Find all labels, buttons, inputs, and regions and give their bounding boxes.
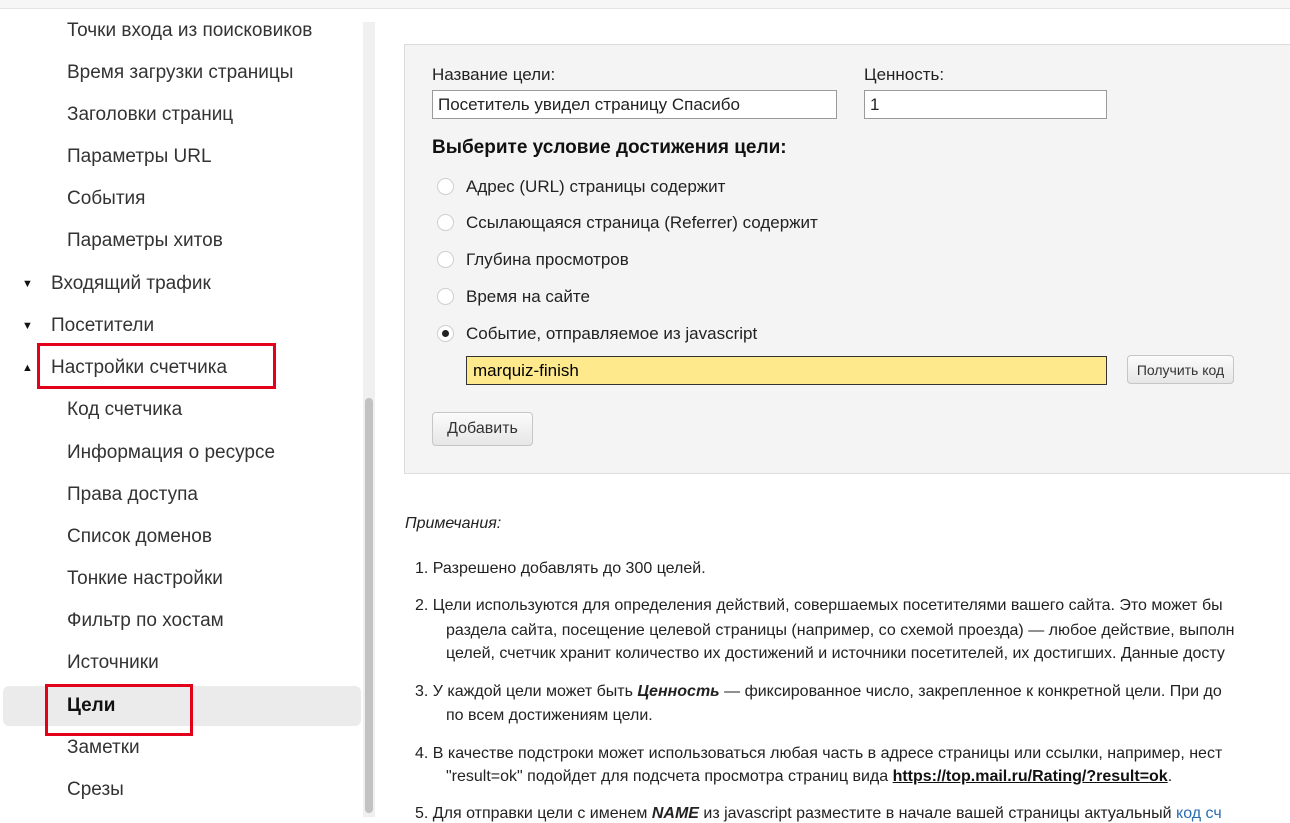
example-url-link[interactable]: https://top.mail.ru/Rating/?result=ok — [893, 768, 1168, 785]
sidebar-item-label: Информация о ресурсе — [67, 442, 276, 463]
note-text: из javascript разместите в начале вашей … — [698, 805, 1177, 822]
sidebar-item-label: Параметры URL — [67, 146, 212, 167]
note-text: . — [1167, 768, 1173, 785]
add-goal-button[interactable]: Добавить — [432, 412, 533, 446]
note-text: "result=ok" подойдет для подсчета просмо… — [446, 768, 893, 785]
sidebar-item-page-titles[interactable]: Заголовки страниц — [0, 95, 362, 135]
sidebar-group-label: Входящий трафик — [51, 273, 211, 294]
radio-button-selected[interactable] — [437, 325, 454, 342]
triangle-down-icon: ▼ — [22, 278, 33, 290]
radio-button[interactable] — [437, 251, 454, 268]
note-item-4-line-1: 4. В качестве подстроки может использова… — [415, 745, 1223, 762]
note-item-1: 1. Разрешено добавлять до 300 целей. — [415, 560, 706, 577]
sidebar-item-label: Код счетчика — [67, 399, 183, 420]
sidebar-item-host-filter[interactable]: Фильтр по хостам — [0, 601, 362, 641]
note-text: — фиксированное число, закрепленное к ко… — [719, 683, 1222, 700]
triangle-down-icon: ▼ — [22, 320, 33, 332]
highlight-box-goals — [45, 684, 193, 736]
radio-label: Время на сайте — [466, 287, 590, 306]
note-emphasis: NAME — [651, 805, 699, 822]
sidebar-item-label: Время загрузки страницы — [67, 62, 294, 83]
get-code-button[interactable]: Получить код — [1127, 355, 1234, 384]
radio-label: Ссылающаяся страница (Referrer) содержит — [466, 213, 818, 232]
sidebar-item-label: Тонкие настройки — [67, 568, 223, 589]
goal-value-label: Ценность: — [864, 65, 945, 84]
sidebar-item-label: Фильтр по хостам — [67, 610, 224, 631]
sidebar-item-search-entry-points[interactable]: Точки входа из поисковиков — [0, 11, 362, 51]
event-name-input[interactable] — [466, 356, 1107, 385]
note-item-4-line-2: "result=ok" подойдет для подсчета просмо… — [446, 768, 1172, 786]
sidebar-item-access-rights[interactable]: Права доступа — [0, 475, 362, 515]
sidebar-item-resource-info[interactable]: Информация о ресурсе — [0, 433, 362, 473]
triangle-up-icon: ▲ — [22, 362, 33, 374]
sidebar-item-label: Права доступа — [67, 484, 198, 505]
note-item-5-line-1: 5. Для отправки цели с именем NAME из ja… — [415, 805, 1222, 823]
goal-name-input[interactable] — [432, 90, 837, 119]
sidebar-item-domain-list[interactable]: Список доменов — [0, 517, 362, 557]
sidebar-item-hit-params[interactable]: Параметры хитов — [0, 221, 362, 261]
radio-label: Глубина просмотров — [466, 250, 629, 269]
sidebar-scrollbar-thumb[interactable] — [365, 398, 373, 813]
sidebar-item-label: Заголовки страниц — [67, 104, 234, 125]
note-text: 3. У каждой цели может быть — [415, 683, 638, 700]
sidebar-item-url-params[interactable]: Параметры URL — [0, 137, 362, 177]
counter-code-link[interactable]: код сч — [1176, 805, 1222, 822]
sidebar-item-counter-code[interactable]: Код счетчика — [0, 390, 362, 430]
sidebar-item-label: События — [67, 188, 146, 209]
sidebar-item-label: Срезы — [67, 779, 124, 800]
sidebar-item-label: Список доменов — [67, 526, 212, 547]
sidebar-group-visitors[interactable]: ▼ Посетители — [0, 306, 362, 346]
highlight-box-counter-settings — [37, 343, 276, 389]
note-item-3-line-2: по всем достижениям цели. — [446, 707, 653, 724]
sidebar-group-label: Посетители — [51, 315, 155, 336]
note-emphasis: Ценность — [637, 683, 720, 700]
sidebar-item-label: Источники — [67, 652, 159, 673]
sidebar-item-page-load-time[interactable]: Время загрузки страницы — [0, 53, 362, 93]
radio-label: Адрес (URL) страницы содержит — [466, 177, 726, 196]
note-item-2-line-1: 2. Цели используются для определения дей… — [415, 597, 1223, 614]
condition-section-title: Выберите условие достижения цели: — [432, 137, 787, 158]
goal-name-label: Название цели: — [432, 65, 556, 84]
notes-title: Примечания: — [405, 515, 502, 532]
note-item-2-line-2: раздела сайта, посещение целевой страниц… — [446, 622, 1235, 639]
sidebar-item-sources[interactable]: Источники — [0, 643, 362, 683]
sidebar-item-segments[interactable]: Срезы — [0, 770, 362, 810]
radio-label: Событие, отправляемое из javascript — [466, 324, 758, 343]
sidebar-item-events[interactable]: События — [0, 179, 362, 219]
radio-button[interactable] — [437, 288, 454, 305]
sidebar-item-fine-settings[interactable]: Тонкие настройки — [0, 559, 362, 599]
note-item-2-line-3: целей, счетчик хранит количество их дост… — [446, 645, 1225, 662]
sidebar-item-label: Параметры хитов — [67, 230, 223, 251]
radio-button[interactable] — [437, 214, 454, 231]
radio-button[interactable] — [437, 178, 454, 195]
goal-value-input[interactable] — [864, 90, 1107, 119]
sidebar-group-incoming-traffic[interactable]: ▼ Входящий трафик — [0, 264, 362, 304]
note-item-3-line-1: 3. У каждой цели может быть Ценность — ф… — [415, 683, 1222, 701]
sidebar-item-label: Точки входа из поисковиков — [67, 20, 313, 41]
note-text: 5. Для отправки цели с именем — [415, 805, 652, 822]
